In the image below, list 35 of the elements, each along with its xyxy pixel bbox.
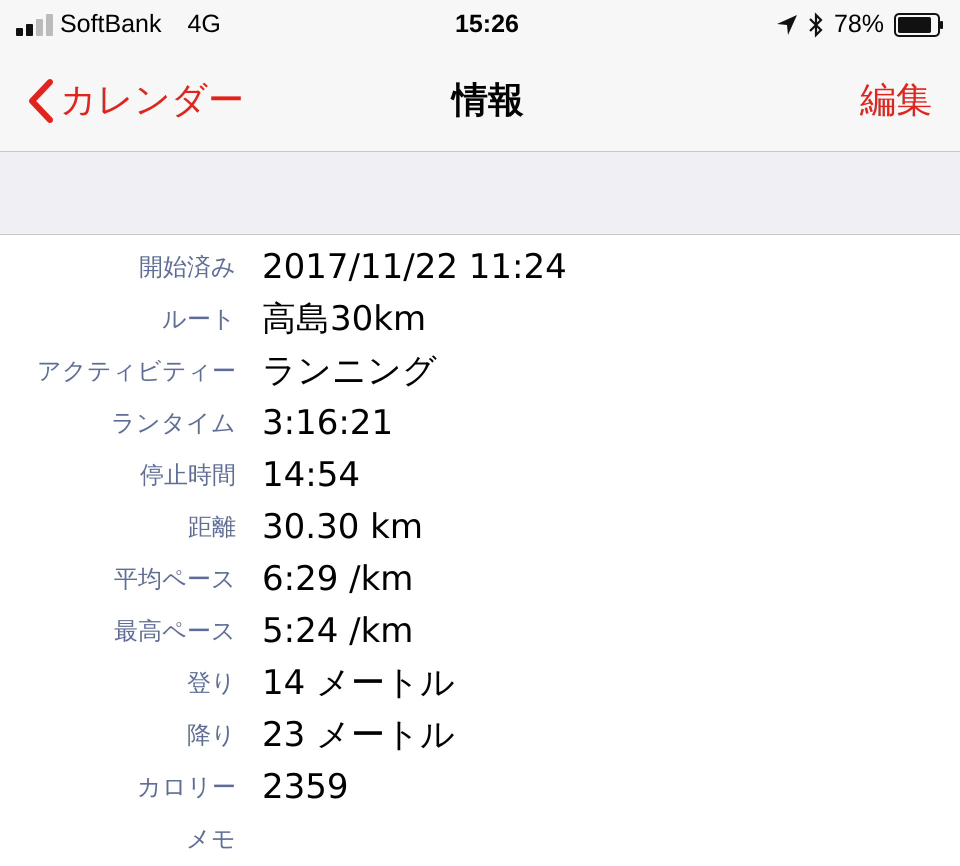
field-value: 3:16:21: [262, 402, 394, 444]
network-type: 4G: [187, 9, 221, 40]
field-label: 開始済み: [138, 252, 236, 283]
field-label: 最高ペース: [113, 616, 236, 647]
field-value: 高島30km: [262, 298, 426, 340]
field-label: アクティビティー: [36, 356, 236, 387]
edit-button[interactable]: 編集: [860, 74, 932, 128]
field-label: ルート: [161, 304, 236, 335]
field-value: 6:29 /km: [262, 558, 414, 600]
clock-time: 15:26: [455, 9, 519, 40]
battery-percent: 78%: [834, 9, 884, 40]
carrier-name: SoftBank: [60, 9, 162, 40]
signal-icon: [16, 14, 56, 36]
field-value: 14 メートル: [262, 662, 456, 704]
field-value: 14:54: [262, 454, 360, 496]
bluetooth-icon: [808, 12, 824, 38]
field-label: カロリー: [136, 772, 236, 803]
field-value: 23 メートル: [262, 714, 456, 756]
field-value: 2359: [262, 766, 349, 808]
field-label: 停止時間: [139, 460, 236, 491]
field-label: 平均ペース: [113, 564, 236, 595]
field-value: 2017/11/22 11:24: [262, 246, 567, 288]
chevron-left-icon: [28, 78, 54, 122]
field-label: 登り: [186, 668, 236, 699]
field-value: ランニング: [262, 350, 437, 392]
field-label: 降り: [186, 720, 236, 751]
field-label: メモ: [185, 824, 236, 855]
field-value: 5:24 /km: [262, 610, 414, 652]
field-value: 30.30 km: [262, 506, 423, 548]
back-button[interactable]: カレンダー: [28, 74, 244, 128]
page-title: 情報: [452, 78, 524, 122]
location-arrow-icon: [776, 14, 798, 36]
battery-icon: [894, 13, 944, 37]
field-label: ランタイム: [110, 408, 236, 439]
field-label: 距離: [187, 512, 236, 543]
